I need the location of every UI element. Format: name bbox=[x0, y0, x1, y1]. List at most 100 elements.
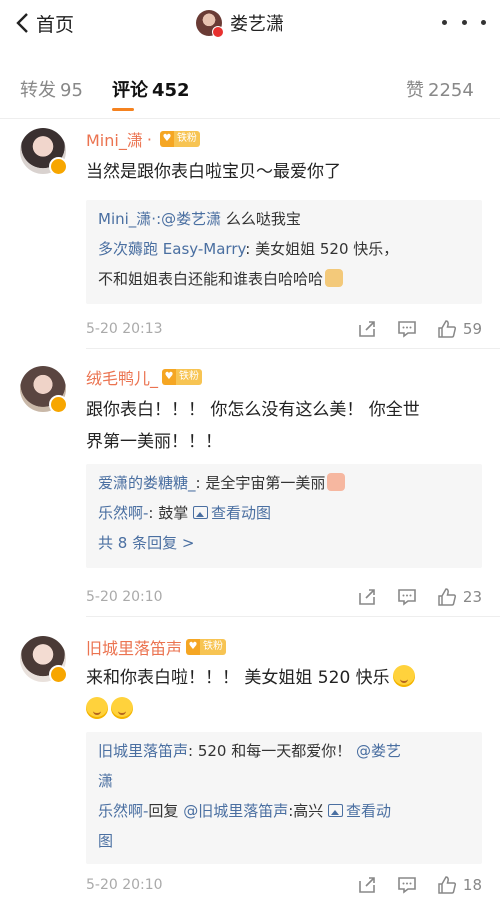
comment-text-line: 跟你表白！！！ 你怎么没有这么美！ 你全世 bbox=[86, 400, 420, 420]
like-button[interactable]: 59 bbox=[437, 319, 482, 339]
top-nav: 首页 娄艺潇 bbox=[0, 0, 500, 48]
reply-user[interactable]: 旧城里落笛声 bbox=[98, 742, 188, 760]
comment-item: 绒毛鸭儿_ ♥ 铁粉 跟你表白！！！ 你怎么没有这么美！ 你全世 界第一美丽！！！… bbox=[0, 365, 500, 617]
reply-line: 不和姐姐表白还能和谁表白哈哈哈 bbox=[86, 264, 482, 294]
share-icon bbox=[359, 589, 375, 605]
share-button[interactable] bbox=[357, 587, 377, 607]
vip-badge-icon bbox=[49, 395, 68, 414]
tab-bar: 转发 95 评论 452 赞 2254 bbox=[0, 62, 500, 114]
reply-button[interactable] bbox=[397, 587, 417, 607]
back-label: 首页 bbox=[36, 13, 75, 36]
reply-line: 旧城里落笛声: 520 和每一天都爱你！ @娄艺 bbox=[86, 736, 482, 766]
vip-badge-icon bbox=[49, 157, 68, 176]
kiss-emoji-icon bbox=[392, 665, 415, 687]
reply-user[interactable]: 爱潇的娄糖糖_ bbox=[98, 474, 196, 492]
like-button[interactable]: 23 bbox=[437, 587, 482, 607]
comment-item: Mini_潇 · ♥ 铁粉 当然是跟你表白啦宝贝～最爱你了 Mini_潇·:@娄艺… bbox=[0, 127, 500, 349]
fan-badge: ♥ 铁粉 bbox=[159, 131, 200, 147]
tab-reposts[interactable]: 转发 95 bbox=[20, 76, 83, 102]
reply-text: : 520 和每一天都爱你！ bbox=[188, 742, 352, 760]
thumbs-up-icon bbox=[438, 320, 456, 338]
thumbs-up-icon bbox=[438, 876, 456, 894]
heart-icon: ♥ bbox=[186, 639, 201, 655]
comment-item: 旧城里落笛声 ♥ 铁粉 来和你表白啦！！！ 美女姐姐 520 快乐 旧城里落笛声:… bbox=[0, 636, 500, 896]
reply-user[interactable]: 乐然啊- bbox=[98, 504, 148, 522]
view-gif-link[interactable]: 查看动图 bbox=[193, 504, 271, 522]
reply-line: Mini_潇·:@娄艺潇 么么哒我宝 bbox=[86, 204, 482, 234]
reply-button[interactable] bbox=[397, 319, 417, 339]
commenter-name[interactable]: Mini_潇 bbox=[86, 127, 143, 151]
comment-text-line: 来和你表白啦！！！ 美女姐姐 520 快乐 bbox=[86, 668, 390, 688]
share-icon bbox=[359, 877, 375, 893]
reply-mention[interactable]: @娄艺 bbox=[356, 742, 401, 760]
tab-likes[interactable]: 赞 2254 bbox=[406, 76, 474, 102]
author-name: 娄艺潇 bbox=[230, 14, 284, 35]
comment-footer: 5-20 20:10 23 bbox=[86, 584, 482, 610]
fan-badge: ♥ 铁粉 bbox=[186, 639, 227, 655]
view-gif-label: 查看动图 bbox=[211, 504, 272, 522]
reply-mention-continued[interactable]: 潇 bbox=[98, 772, 113, 790]
reply-separator: ·: bbox=[151, 210, 162, 228]
reply-box[interactable]: 旧城里落笛声: 520 和每一天都爱你！ @娄艺 潇 乐然啊-回复 @旧城里落笛… bbox=[86, 732, 482, 864]
comment-icon bbox=[398, 877, 416, 894]
comment-text: 当然是跟你表白啦宝贝～最爱你了 bbox=[86, 162, 341, 182]
reply-line: 乐然啊-: 鼓掌 查看动图 bbox=[86, 498, 482, 528]
divider bbox=[86, 348, 500, 349]
commenter-name[interactable]: 绒毛鸭儿_ bbox=[86, 365, 158, 389]
tab-likes-label: 赞 bbox=[406, 80, 424, 101]
comment-footer: 5-20 20:10 18 bbox=[86, 872, 482, 898]
commenter-name[interactable]: 旧城里落笛声 bbox=[86, 635, 182, 659]
reply-line: 爱潇的娄糖糖_: 是全宇宙第一美丽 bbox=[86, 468, 482, 498]
author-avatar bbox=[196, 10, 224, 38]
image-icon bbox=[328, 804, 344, 817]
reply-text: : 是全宇宙第一美丽 bbox=[195, 474, 326, 492]
back-button[interactable]: 首页 bbox=[14, 8, 74, 38]
verified-badge-icon bbox=[212, 26, 224, 38]
name-dot: · bbox=[146, 129, 152, 149]
more-options-icon[interactable] bbox=[442, 10, 486, 34]
active-tab-indicator bbox=[112, 108, 134, 111]
tab-reposts-count: 95 bbox=[60, 80, 83, 101]
comment-text-line: 界第一美丽！！！ bbox=[86, 432, 222, 452]
tab-likes-count: 2254 bbox=[428, 80, 474, 101]
reply-text: 不和姐姐表白还能和谁表白哈哈哈 bbox=[98, 270, 324, 288]
like-count: 18 bbox=[462, 876, 482, 894]
reply-text: 么么哒我宝 bbox=[221, 210, 301, 228]
tab-reposts-label: 转发 bbox=[20, 80, 56, 101]
tab-comments-count: 452 bbox=[152, 80, 190, 101]
reply-button[interactable] bbox=[397, 875, 417, 895]
reply-user[interactable]: Mini_潇 bbox=[98, 210, 151, 228]
share-button[interactable] bbox=[357, 875, 377, 895]
tab-comments-label: 评论 bbox=[112, 80, 148, 101]
view-gif-link[interactable]: 查看动 bbox=[328, 802, 391, 820]
view-all-replies-link[interactable]: 共 8 条回复 > bbox=[98, 534, 194, 552]
share-button[interactable] bbox=[357, 319, 377, 339]
comment-time: 5-20 20:10 bbox=[86, 589, 163, 605]
pizza-emoji-icon bbox=[327, 473, 346, 491]
reply-line: 共 8 条回复 > bbox=[86, 528, 482, 558]
reply-box[interactable]: Mini_潇·:@娄艺潇 么么哒我宝 多次薅跑 Easy-Marry: 美女姐姐… bbox=[86, 200, 482, 304]
like-count: 23 bbox=[462, 588, 482, 606]
comment-time: 5-20 20:10 bbox=[86, 877, 163, 893]
like-button[interactable]: 18 bbox=[437, 875, 482, 895]
divider bbox=[86, 616, 500, 617]
comment-footer: 5-20 20:13 59 bbox=[86, 316, 482, 342]
vip-badge-icon bbox=[49, 665, 68, 684]
tab-comments[interactable]: 评论 452 bbox=[112, 76, 190, 102]
reply-mention[interactable]: @娄艺潇 bbox=[161, 210, 221, 228]
reply-line: 潇 bbox=[86, 766, 482, 796]
commenter-avatar[interactable] bbox=[20, 636, 68, 684]
reply-user[interactable]: 乐然啊- bbox=[98, 802, 148, 820]
commenter-avatar[interactable] bbox=[20, 366, 68, 414]
view-gif-label-continued[interactable]: 图 bbox=[98, 832, 113, 850]
reply-box[interactable]: 爱潇的娄糖糖_: 是全宇宙第一美丽 乐然啊-: 鼓掌 查看动图 共 8 条回复 … bbox=[86, 464, 482, 568]
reply-user[interactable]: 多次薅跑 Easy-Marry bbox=[98, 240, 245, 258]
commenter-avatar[interactable] bbox=[20, 128, 68, 176]
reply-text: :高兴 bbox=[288, 802, 329, 820]
reply-mention[interactable]: @旧城里落笛声 bbox=[183, 802, 288, 820]
fan-badge: ♥ 铁粉 bbox=[162, 369, 203, 385]
post-author[interactable]: 娄艺潇 bbox=[196, 6, 284, 40]
comment-text: 来和你表白啦！！！ 美女姐姐 520 快乐 bbox=[86, 662, 476, 726]
reply-text: 回复 bbox=[148, 802, 184, 820]
chevron-left-icon bbox=[16, 13, 28, 33]
